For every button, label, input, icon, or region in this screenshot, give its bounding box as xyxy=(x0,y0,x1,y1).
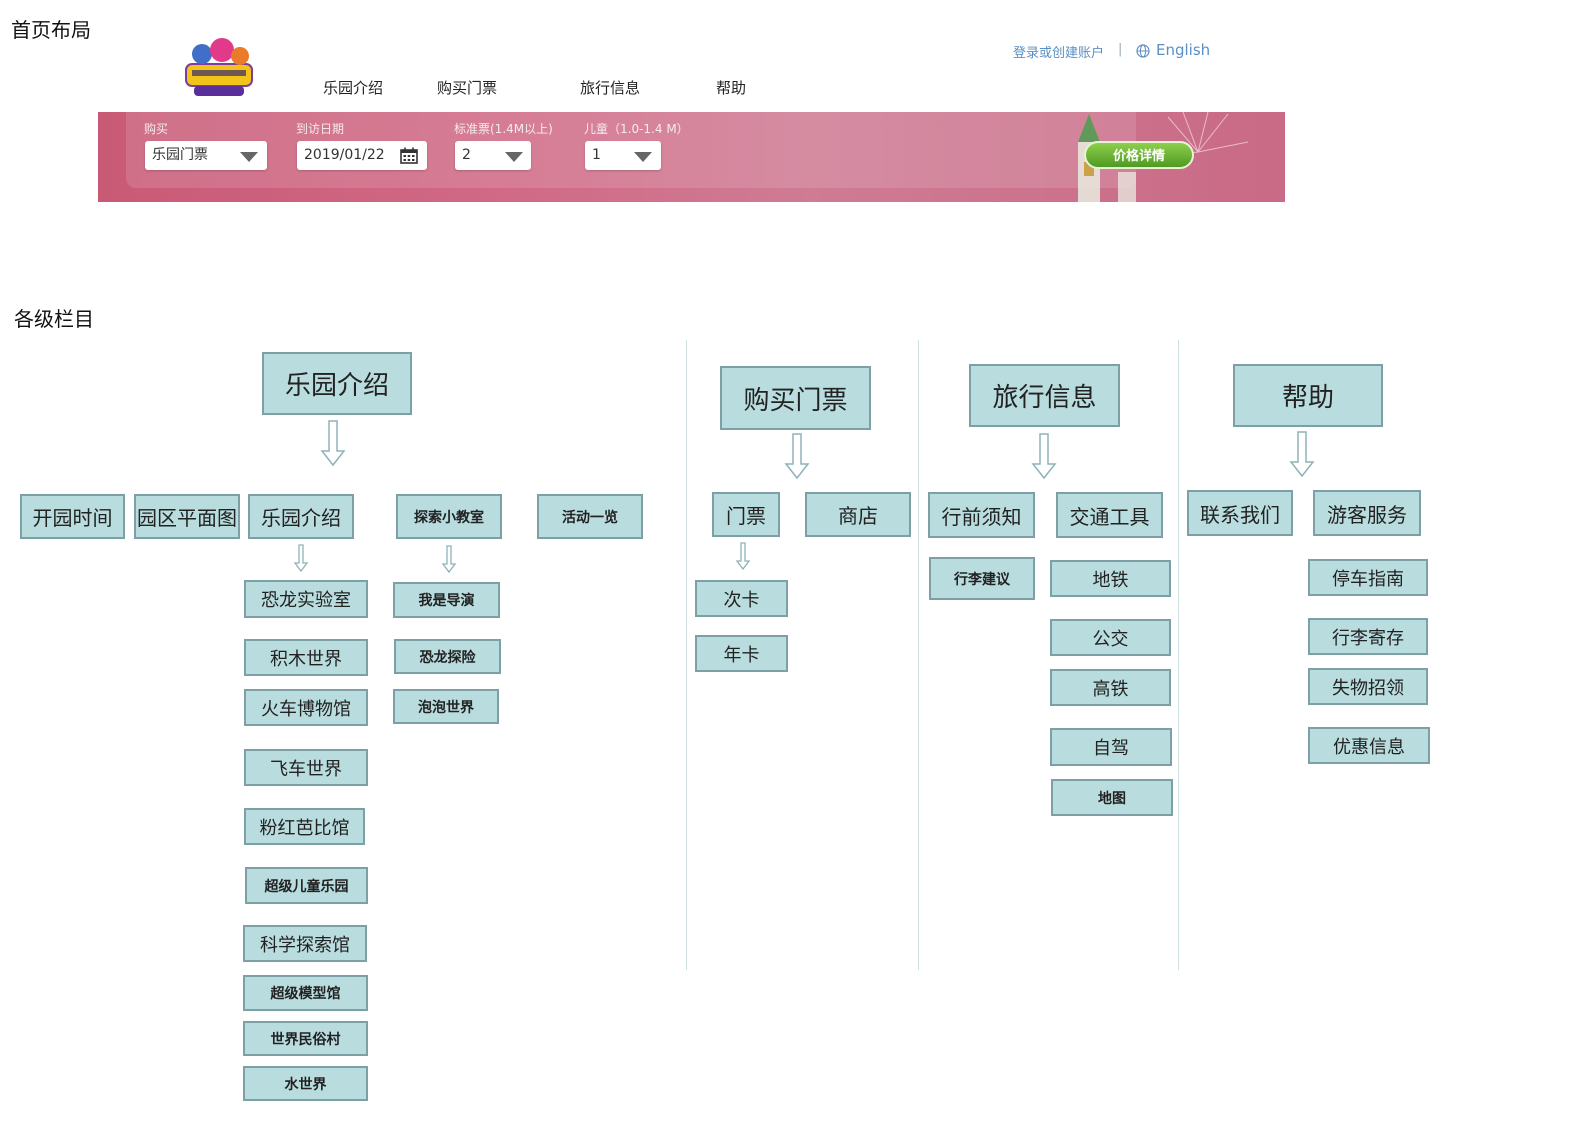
node-transport: 交通工具 xyxy=(1056,492,1163,538)
node-shop: 商店 xyxy=(805,492,911,537)
down-arrow-icon xyxy=(736,542,750,570)
node-buy-tickets: 购买门票 xyxy=(720,366,871,430)
node-contact-us: 联系我们 xyxy=(1187,490,1293,536)
node-annual-card: 年卡 xyxy=(695,635,788,672)
node-pretrip-notes: 行前须知 xyxy=(928,492,1035,538)
node-train-museum: 火车博物馆 xyxy=(244,689,368,726)
node-kids-park: 超级儿童乐园 xyxy=(245,867,368,904)
node-luggage-advice: 行李建议 xyxy=(929,557,1035,600)
node-map: 地图 xyxy=(1051,779,1173,816)
node-opening-hours: 开园时间 xyxy=(20,494,125,539)
node-dino-adventure: 恐龙探险 xyxy=(394,639,501,674)
down-arrow-icon xyxy=(1032,433,1056,479)
down-arrow-icon xyxy=(294,544,308,572)
node-metro: 地铁 xyxy=(1050,560,1171,597)
node-bubble-world: 泡泡世界 xyxy=(393,689,499,724)
node-water-world: 水世界 xyxy=(243,1066,368,1101)
node-lost-found: 失物招领 xyxy=(1308,668,1428,705)
node-activities: 活动一览 xyxy=(537,494,643,539)
node-model-hall: 超级模型馆 xyxy=(243,975,368,1011)
down-arrow-icon xyxy=(442,545,456,573)
node-self-drive: 自驾 xyxy=(1050,728,1172,766)
node-park-intro-sub: 乐园介绍 xyxy=(248,494,354,539)
node-discount-info: 优惠信息 xyxy=(1308,727,1430,764)
node-visit-card: 次卡 xyxy=(695,580,788,617)
down-arrow-icon xyxy=(785,433,809,479)
node-tickets: 门票 xyxy=(712,492,780,537)
node-high-speed-rail: 高铁 xyxy=(1050,669,1171,706)
node-director: 我是导演 xyxy=(393,582,500,618)
node-bus: 公交 xyxy=(1050,619,1171,656)
node-explore-classroom: 探索小教室 xyxy=(396,494,502,539)
node-science-hall: 科学探索馆 xyxy=(243,925,367,962)
down-arrow-icon xyxy=(321,420,345,466)
node-luggage-storage: 行李寄存 xyxy=(1308,618,1428,655)
down-arrow-icon xyxy=(1290,431,1314,477)
node-barbie-hall: 粉红芭比馆 xyxy=(244,808,365,845)
node-visitor-services: 游客服务 xyxy=(1313,490,1421,536)
node-racing-world: 飞车世界 xyxy=(244,749,368,786)
node-help: 帮助 xyxy=(1233,364,1383,427)
node-parking-guide: 停车指南 xyxy=(1308,559,1428,596)
node-block-world: 积木世界 xyxy=(244,639,368,676)
node-travel-info: 旅行信息 xyxy=(969,364,1120,427)
node-park-map: 园区平面图 xyxy=(134,494,240,539)
node-park-intro: 乐园介绍 xyxy=(262,352,412,415)
node-dino-lab: 恐龙实验室 xyxy=(244,580,368,618)
node-folk-village: 世界民俗村 xyxy=(243,1021,368,1056)
